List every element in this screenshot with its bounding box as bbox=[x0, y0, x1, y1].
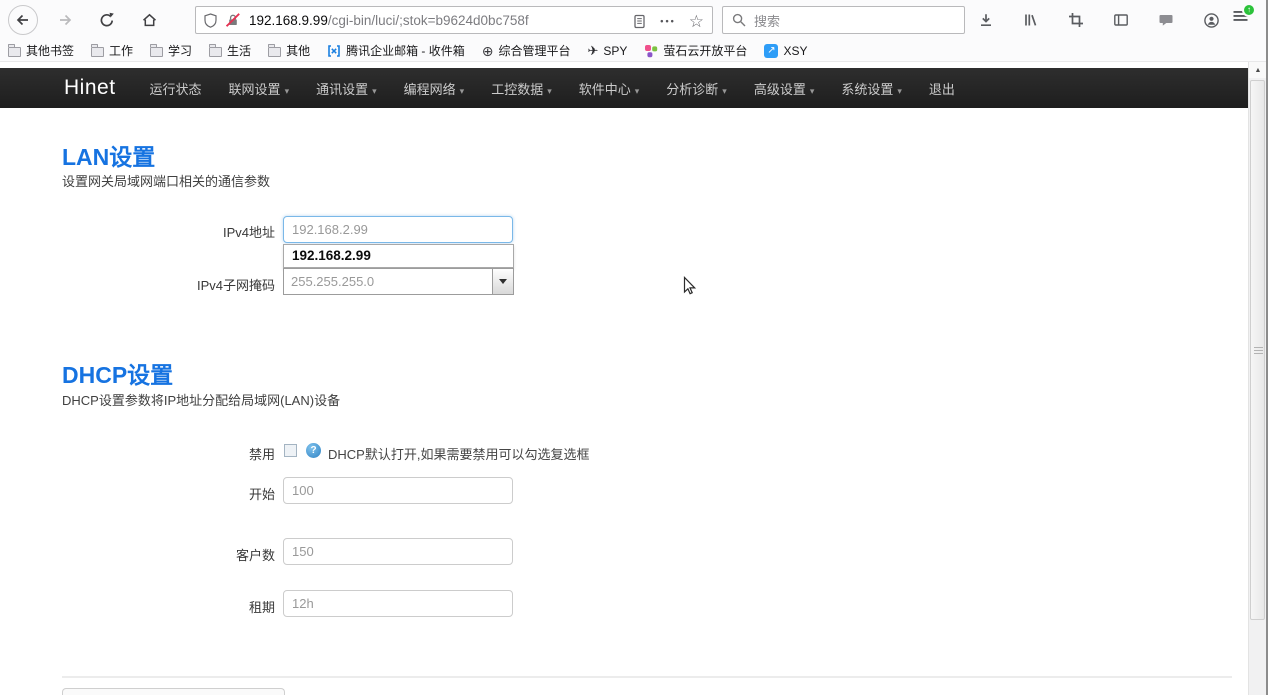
sidebar-toggle-icon[interactable] bbox=[1113, 12, 1129, 28]
messages-icon[interactable] bbox=[1158, 12, 1174, 28]
xsy-arrow-icon: ↗ bbox=[764, 44, 778, 58]
home-button[interactable] bbox=[134, 5, 164, 35]
caret-down-icon: ▾ bbox=[722, 86, 727, 96]
page-actions-icon[interactable]: ••• bbox=[660, 16, 675, 26]
url-fade bbox=[556, 8, 602, 34]
brand-logo[interactable]: Hinet bbox=[64, 76, 116, 100]
folder-icon bbox=[209, 47, 222, 57]
section-divider bbox=[62, 676, 1232, 678]
dhcp-disable-label: 禁用 bbox=[62, 444, 275, 463]
caret-down-icon bbox=[499, 279, 507, 284]
bookmark-star-icon[interactable]: ☆ bbox=[689, 13, 704, 30]
folder-icon bbox=[91, 47, 104, 57]
search-placeholder: 搜索 bbox=[754, 11, 780, 30]
ipv4-address-label: IPv4地址 bbox=[62, 222, 275, 241]
folder-icon bbox=[268, 47, 281, 57]
bookmark-tencent-mail[interactable]: 腾讯企业邮箱 - 收件箱 bbox=[327, 42, 465, 59]
download-icon[interactable] bbox=[978, 12, 994, 28]
dhcp-disable-checkbox[interactable] bbox=[284, 444, 297, 457]
reload-button[interactable] bbox=[92, 5, 122, 35]
forward-button[interactable] bbox=[50, 5, 80, 35]
ipv4-netmask-select[interactable]: 255.255.255.0 bbox=[283, 268, 514, 295]
scrollbar-thumb[interactable] bbox=[1250, 80, 1265, 620]
insecure-lock-icon[interactable] bbox=[226, 13, 240, 27]
bookmarks-bar: 其他书签 工作 学习 生活 其他 腾讯企业邮箱 - 收件箱 ⊕ 综合管理平台 bbox=[0, 40, 1268, 62]
ezviz-dots-icon bbox=[644, 44, 658, 58]
nav-item-system[interactable]: 系统设置▾ bbox=[841, 79, 902, 98]
plane-icon: ✈ bbox=[588, 44, 599, 57]
back-arrow-icon bbox=[15, 12, 31, 28]
lan-section-title: LAN设置 bbox=[62, 138, 155, 172]
library-icon[interactable] bbox=[1023, 12, 1039, 28]
caret-down-icon: ▾ bbox=[810, 86, 815, 96]
bookmark-management-platform[interactable]: ⊕ 综合管理平台 bbox=[482, 42, 571, 59]
dhcp-disable-hint: DHCP默认打开,如果需要禁用可以勾选复选框 bbox=[328, 444, 589, 463]
nav-item-software-center[interactable]: 软件中心▾ bbox=[579, 79, 640, 98]
forward-arrow-icon bbox=[57, 12, 73, 28]
bookmark-folder-work[interactable]: 工作 bbox=[91, 42, 133, 59]
home-icon bbox=[141, 12, 158, 28]
caret-down-icon: ▾ bbox=[897, 86, 902, 96]
shield-icon[interactable] bbox=[204, 13, 217, 28]
bookmark-xsy[interactable]: ↗ XSY bbox=[764, 44, 807, 58]
nav-item-industrial-data[interactable]: 工控数据▾ bbox=[491, 79, 552, 98]
account-icon[interactable] bbox=[1203, 12, 1220, 29]
dhcp-start-input[interactable] bbox=[283, 477, 513, 504]
caret-down-icon: ▾ bbox=[547, 86, 552, 96]
select-dropdown-button[interactable] bbox=[492, 269, 513, 294]
dhcp-section-subtitle: DHCP设置参数将IP地址分配给局域网(LAN)设备 bbox=[62, 390, 340, 409]
search-bar[interactable]: 搜索 bbox=[722, 6, 965, 34]
url-bar[interactable]: 192.168.9.99/cgi-bin/luci/;stok=b9624d0b… bbox=[195, 6, 713, 34]
ipv4-autocomplete-suggestion[interactable]: 192.168.2.99 bbox=[283, 244, 514, 268]
update-badge-icon: ↑ bbox=[1242, 3, 1256, 17]
dhcp-lease-input[interactable] bbox=[283, 590, 513, 617]
scroll-up-button[interactable]: ▲ bbox=[1249, 62, 1267, 78]
globe-icon: ⊕ bbox=[482, 44, 494, 58]
nav-item-comm-setup[interactable]: 通讯设置▾ bbox=[316, 79, 377, 98]
nav-item-status[interactable]: 运行状态 bbox=[150, 79, 202, 98]
ipv4-address-input[interactable] bbox=[283, 216, 513, 243]
dhcp-start-label: 开始 bbox=[62, 484, 275, 503]
reload-icon bbox=[99, 12, 115, 28]
reader-mode-icon[interactable] bbox=[632, 14, 647, 29]
help-icon[interactable]: ? bbox=[306, 443, 321, 458]
search-icon bbox=[732, 13, 746, 27]
netmask-selected-value: 255.255.255.0 bbox=[284, 274, 492, 289]
bookmark-ezviz-platform[interactable]: 萤石云开放平台 bbox=[644, 42, 747, 59]
bookmark-folder-other-bookmarks[interactable]: 其他书签 bbox=[8, 42, 74, 59]
lan-section-subtitle: 设置网关局域网端口相关的通信参数 bbox=[62, 171, 270, 190]
browser-toolbar: 192.168.9.99/cgi-bin/luci/;stok=b9624d0b… bbox=[0, 0, 1268, 40]
nav-item-diagnostics[interactable]: 分析诊断▾ bbox=[666, 79, 727, 98]
url-text: 192.168.9.99/cgi-bin/luci/;stok=b9624d0b… bbox=[249, 13, 529, 28]
caret-down-icon: ▾ bbox=[460, 86, 465, 96]
site-navbar: Hinet 运行状态 联网设置▾ 通讯设置▾ 编程网络▾ 工控数据▾ 软件中心▾… bbox=[0, 68, 1248, 108]
bookmark-spy[interactable]: ✈ SPY bbox=[588, 44, 628, 58]
caret-down-icon: ▾ bbox=[285, 86, 290, 96]
mouse-cursor bbox=[680, 276, 698, 295]
bookmark-folder-life[interactable]: 生活 bbox=[209, 42, 251, 59]
caret-down-icon: ▾ bbox=[372, 86, 377, 96]
folder-icon bbox=[8, 47, 21, 57]
partial-bottom-panel bbox=[62, 688, 285, 695]
nav-item-prog-network[interactable]: 编程网络▾ bbox=[404, 79, 465, 98]
dhcp-lease-label: 租期 bbox=[62, 597, 275, 616]
nav-item-network-setup[interactable]: 联网设置▾ bbox=[229, 79, 290, 98]
dhcp-clients-label: 客户数 bbox=[62, 545, 275, 564]
scrollbar-grip bbox=[1254, 345, 1263, 356]
caret-down-icon: ▾ bbox=[635, 86, 640, 96]
vertical-scrollbar[interactable]: ▲ bbox=[1248, 62, 1266, 695]
dhcp-section-title: DHCP设置 bbox=[62, 356, 173, 390]
menu-button[interactable]: ↑ bbox=[1232, 7, 1258, 33]
screenshot-crop-icon[interactable] bbox=[1068, 12, 1084, 28]
tencent-mail-icon bbox=[327, 44, 341, 58]
browser-window: 192.168.9.99/cgi-bin/luci/;stok=b9624d0b… bbox=[0, 0, 1268, 695]
bookmark-folder-misc[interactable]: 其他 bbox=[268, 42, 310, 59]
nav-item-advanced[interactable]: 高级设置▾ bbox=[754, 79, 815, 98]
nav-item-logout[interactable]: 退出 bbox=[929, 79, 955, 98]
folder-icon bbox=[150, 47, 163, 57]
bookmark-folder-study[interactable]: 学习 bbox=[150, 42, 192, 59]
ipv4-netmask-label: IPv4子网掩码 bbox=[62, 275, 275, 294]
back-button[interactable] bbox=[8, 5, 38, 35]
dhcp-clients-input[interactable] bbox=[283, 538, 513, 565]
